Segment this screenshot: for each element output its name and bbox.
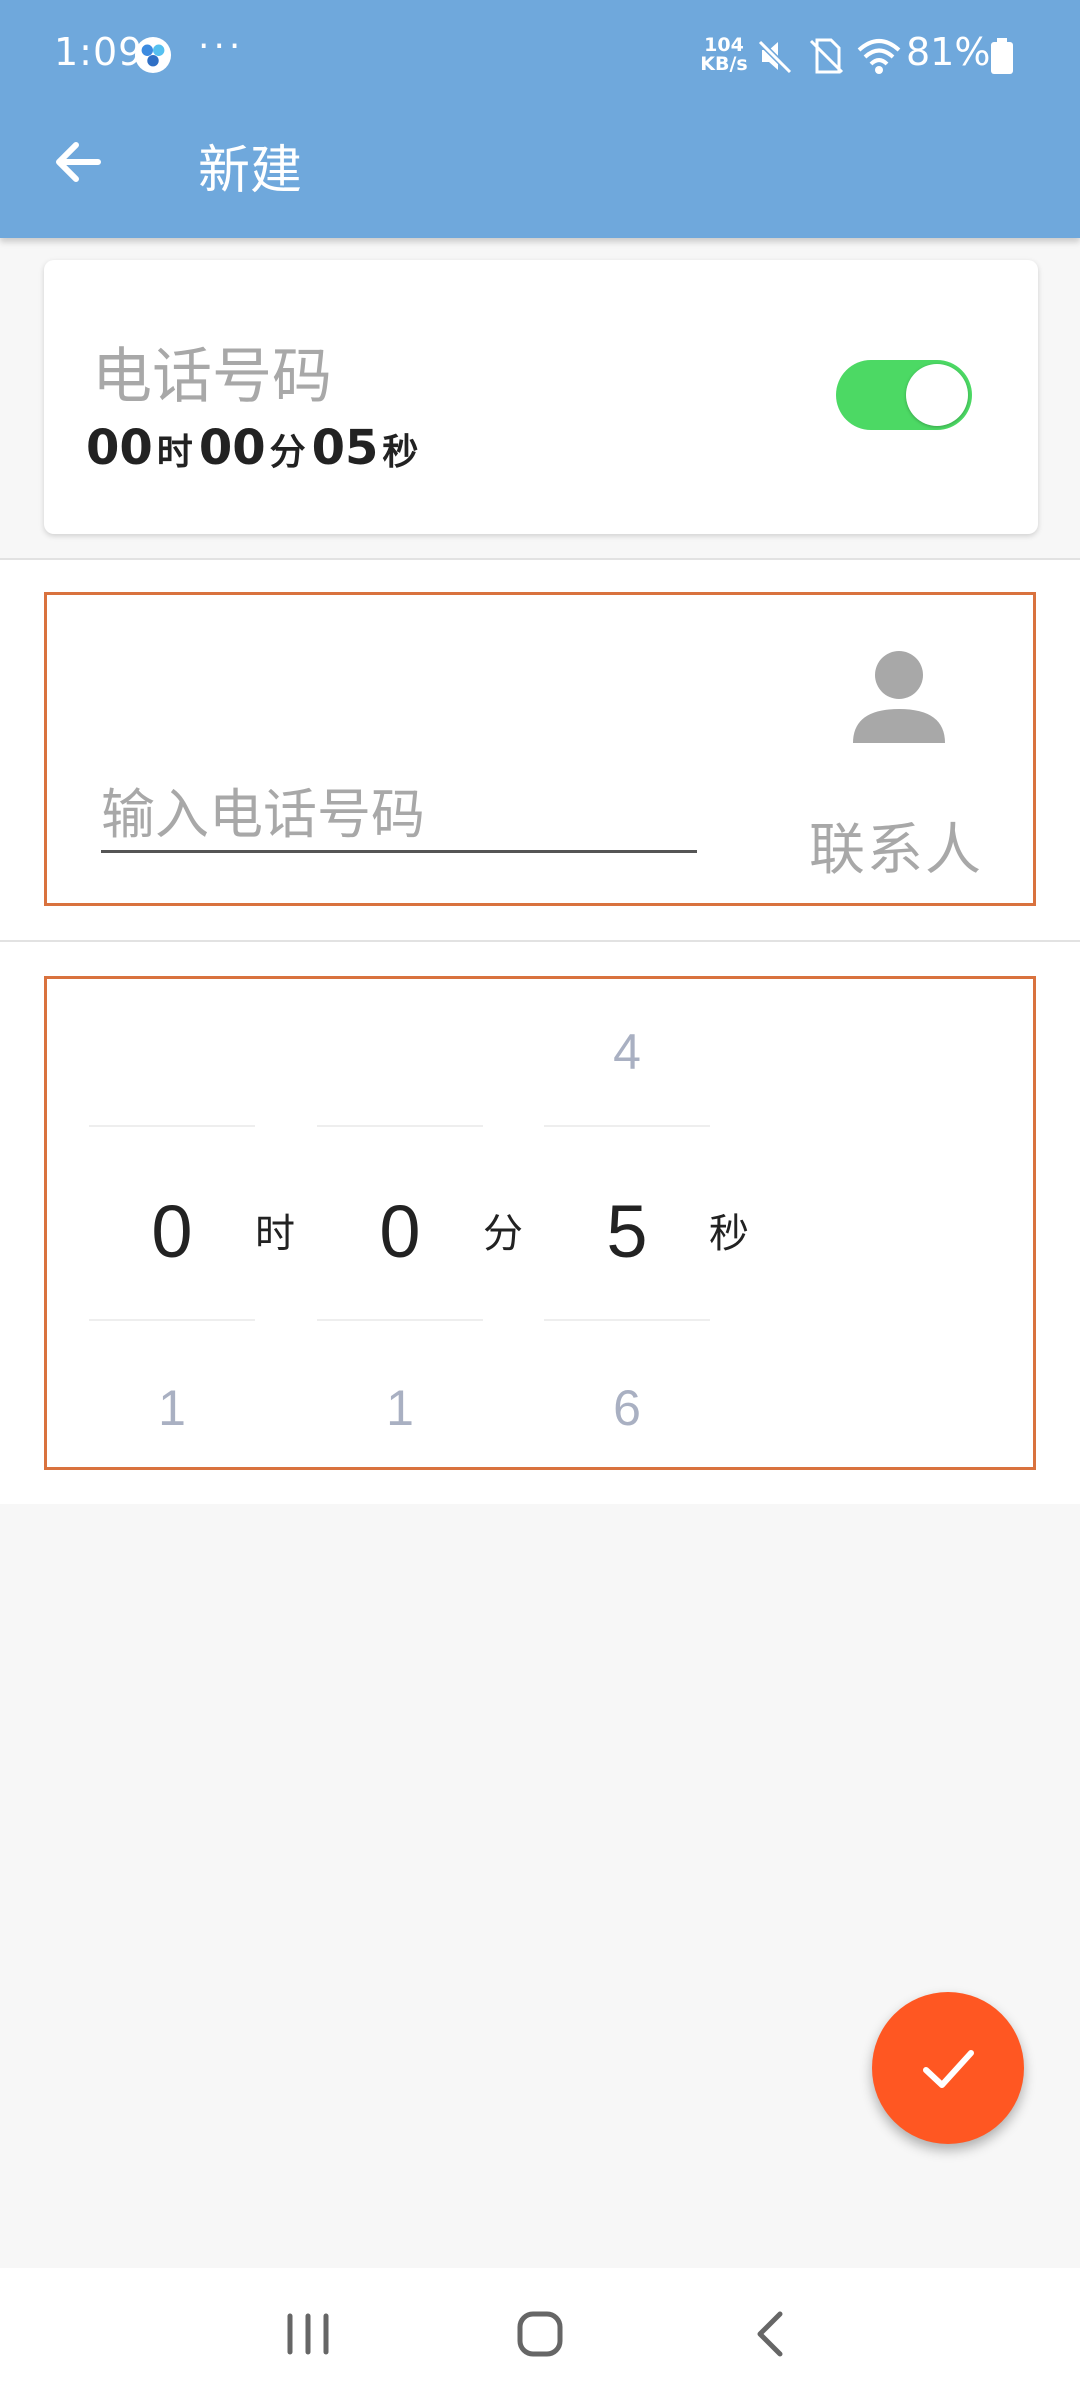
app-notification-icon bbox=[134, 36, 172, 74]
seconds-current: 5 bbox=[606, 1190, 648, 1273]
summary-minutes: 00 bbox=[198, 420, 266, 476]
hours-unit-label: 时 bbox=[255, 1211, 295, 1257]
person-icon[interactable] bbox=[847, 645, 951, 749]
minutes-divider-top bbox=[317, 1125, 483, 1127]
summary-hours-unit: 时 bbox=[156, 432, 193, 473]
hours-divider-top bbox=[89, 1125, 255, 1127]
seconds-divider-bottom bbox=[544, 1319, 710, 1321]
toggle-knob bbox=[906, 364, 968, 426]
system-nav-bar bbox=[0, 2268, 1080, 2400]
summary-seconds-unit: 秒 bbox=[382, 432, 419, 473]
arrow-left-icon[interactable] bbox=[48, 132, 108, 192]
top-bar: 1:09 ··· 104 KB/s 81% 新建 bbox=[0, 0, 1080, 238]
page-title: 新建 bbox=[198, 141, 303, 201]
summary-card[interactable]: 电话号码 00 时 00 分 05 秒 bbox=[44, 260, 1038, 534]
nav-back-icon[interactable] bbox=[744, 2306, 800, 2362]
minutes-divider-bottom bbox=[317, 1319, 483, 1321]
confirm-button[interactable] bbox=[872, 1992, 1024, 2144]
seconds-prev: 4 bbox=[613, 1024, 641, 1080]
recents-icon[interactable] bbox=[280, 2306, 336, 2362]
status-time: 1:09 bbox=[54, 30, 144, 74]
phone-box: 联系人 bbox=[44, 592, 1036, 906]
mute-icon bbox=[757, 39, 793, 75]
wifi-icon bbox=[857, 39, 901, 74]
minutes-unit-label: 分 bbox=[483, 1211, 523, 1257]
hours-divider-bottom bbox=[89, 1319, 255, 1321]
hours-current: 0 bbox=[151, 1190, 193, 1273]
battery-icon bbox=[991, 38, 1013, 74]
seconds-next: 6 bbox=[613, 1380, 641, 1436]
no-sim-icon bbox=[809, 38, 844, 74]
hours-next: 1 bbox=[158, 1380, 186, 1436]
home-icon[interactable] bbox=[512, 2306, 568, 2362]
contacts-button[interactable]: 联系人 bbox=[809, 805, 983, 886]
status-more: ··· bbox=[198, 26, 245, 67]
time-picker: 0 1 时 0 1 分 4 5 6 秒 bbox=[44, 976, 1036, 1470]
minutes-current: 0 bbox=[379, 1190, 421, 1273]
check-icon bbox=[923, 2050, 974, 2088]
summary-hours: 00 bbox=[86, 420, 153, 476]
summary-name: 电话号码 bbox=[92, 342, 332, 412]
summary-minutes-unit: 分 bbox=[269, 432, 306, 473]
summary-duration: 00 时 00 分 05 秒 bbox=[86, 420, 424, 476]
minutes-next: 1 bbox=[386, 1380, 414, 1436]
phone-number-input[interactable] bbox=[101, 779, 697, 853]
enable-toggle[interactable] bbox=[836, 360, 972, 430]
battery-percent: 81% bbox=[906, 30, 991, 74]
net-speed-unit: KB/s bbox=[700, 53, 748, 75]
seconds-wheel[interactable]: 4 5 6 bbox=[544, 979, 710, 1473]
hours-wheel[interactable]: 0 1 bbox=[89, 979, 255, 1473]
seconds-divider-top bbox=[544, 1125, 710, 1127]
seconds-unit-label: 秒 bbox=[709, 1211, 749, 1257]
net-speed: 104 KB/s bbox=[696, 36, 752, 74]
minutes-wheel[interactable]: 0 1 bbox=[317, 979, 483, 1473]
summary-seconds: 05 bbox=[311, 420, 379, 476]
